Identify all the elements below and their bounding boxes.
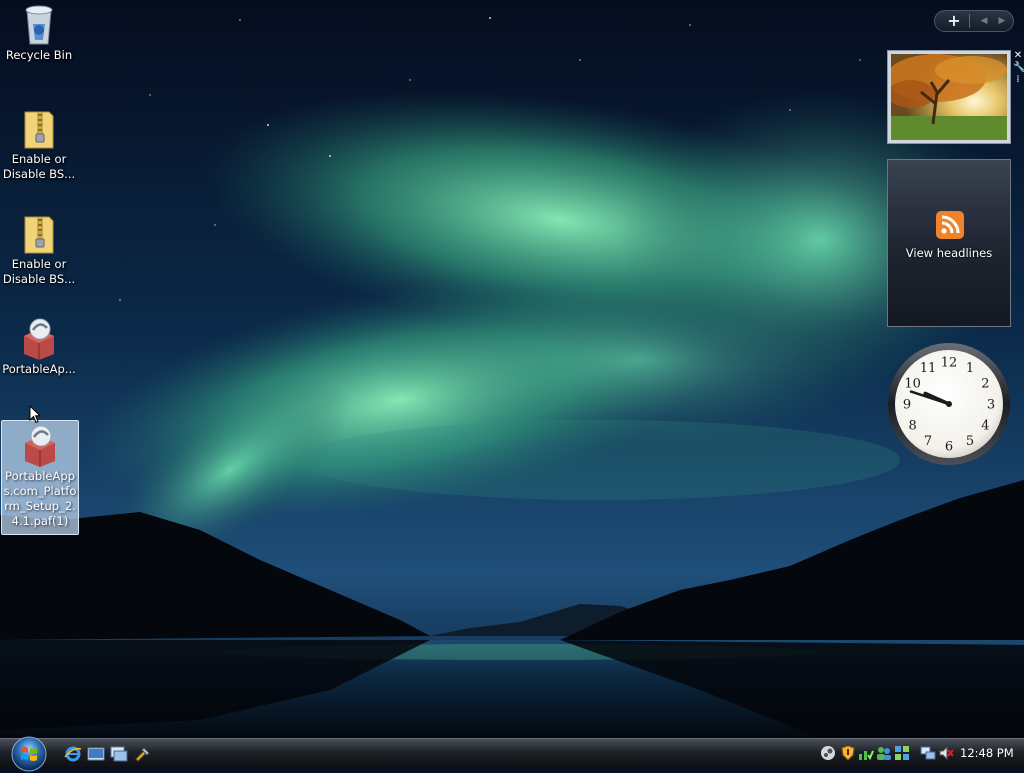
zip-folder-icon: [24, 216, 54, 254]
desktop-icon-label: PortableAp...: [2, 362, 76, 376]
recycle-bin-icon: [25, 5, 53, 45]
mouse-cursor-icon: [29, 405, 41, 424]
desktop-wallpaper: [0, 0, 1024, 738]
tool-icon[interactable]: [134, 745, 152, 763]
clock-number: 10: [904, 377, 921, 392]
desktop-icon-recycle-bin[interactable]: Recycle Bin: [0, 2, 78, 63]
show-desktop-icon[interactable]: [87, 745, 105, 763]
analog-clock-face: 12 12 3 45678 9 1011: [888, 343, 1010, 465]
clock-number: 2: [981, 377, 989, 392]
grip-icon[interactable]: ⁞: [1013, 74, 1023, 86]
switch-windows-icon[interactable]: [110, 745, 128, 763]
sidebar-controls: + ◀ ▶: [934, 10, 1014, 32]
clock-number: 9: [903, 398, 911, 413]
view-headlines-link[interactable]: View headlines: [888, 246, 1010, 260]
desktop-icon-label: Enable or Disable BS...: [2, 257, 76, 286]
clock-number: 5: [966, 434, 974, 449]
rss-feed-icon: [936, 211, 964, 239]
clock-number: 11: [920, 361, 937, 376]
desktop-icon-label: PortableApps.com_Platform_Setup_2.4.1.pa…: [3, 469, 77, 528]
portableapps-installer-icon: [24, 318, 54, 360]
network-green-icon[interactable]: [858, 745, 874, 761]
system-tray: 12:48 PM: [814, 742, 1020, 766]
taskbar-clock[interactable]: 12:48 PM: [960, 745, 1014, 761]
clock-number: 8: [908, 419, 916, 434]
internet-explorer-icon[interactable]: [64, 745, 82, 763]
clock-gadget[interactable]: 12 1 2 3 4 5 6 7 8 9 10 11: [886, 341, 1012, 467]
portableapps-installer-icon: [25, 425, 55, 467]
slideshow-gadget[interactable]: [887, 50, 1011, 144]
clock-number: 4: [981, 419, 989, 434]
close-gadget-button[interactable]: ✕: [1013, 50, 1023, 62]
desktop-icon-zip-folder[interactable]: Enable or Disable BS...: [0, 106, 78, 182]
desktop-icon-label: Enable or Disable BS...: [2, 152, 76, 181]
start-button[interactable]: [8, 735, 50, 773]
taskbar: 12:48 PM: [0, 736, 1024, 772]
clock-number: 3: [987, 398, 995, 413]
steam-icon[interactable]: [820, 745, 836, 761]
clock-number: 6: [945, 440, 953, 455]
desktop-icon-portableapps-setup[interactable]: PortableApps.com_Platform_Setup_2.4.1.pa…: [1, 420, 79, 535]
people-icon[interactable]: [876, 745, 892, 761]
gadget-tools: ✕ 🔧 ⁞: [1013, 50, 1024, 86]
autumn-tree-photo: [891, 54, 1007, 140]
divider: [969, 14, 970, 28]
prev-arrow-icon[interactable]: ◀: [975, 11, 993, 31]
wrench-icon[interactable]: 🔧: [1013, 62, 1024, 74]
security-shield-icon[interactable]: [840, 745, 856, 761]
next-arrow-icon[interactable]: ▶: [993, 11, 1011, 31]
desktop-icon-zip-folder[interactable]: Enable or Disable BS...: [0, 211, 78, 287]
network-grid-icon[interactable]: [894, 745, 910, 761]
desktop-icon-portableapps[interactable]: PortableAp...: [0, 316, 78, 377]
clock-number: 12: [941, 356, 958, 371]
clock-number: 1: [966, 361, 974, 376]
volume-muted-icon[interactable]: [938, 745, 954, 761]
clock-number: 7: [924, 434, 932, 449]
network-connection-icon[interactable]: [920, 745, 936, 761]
feed-headlines-gadget[interactable]: View headlines: [887, 159, 1011, 327]
zip-folder-icon: [24, 111, 54, 149]
add-gadget-button[interactable]: +: [941, 11, 967, 31]
desktop-icon-label: Recycle Bin: [5, 48, 73, 62]
